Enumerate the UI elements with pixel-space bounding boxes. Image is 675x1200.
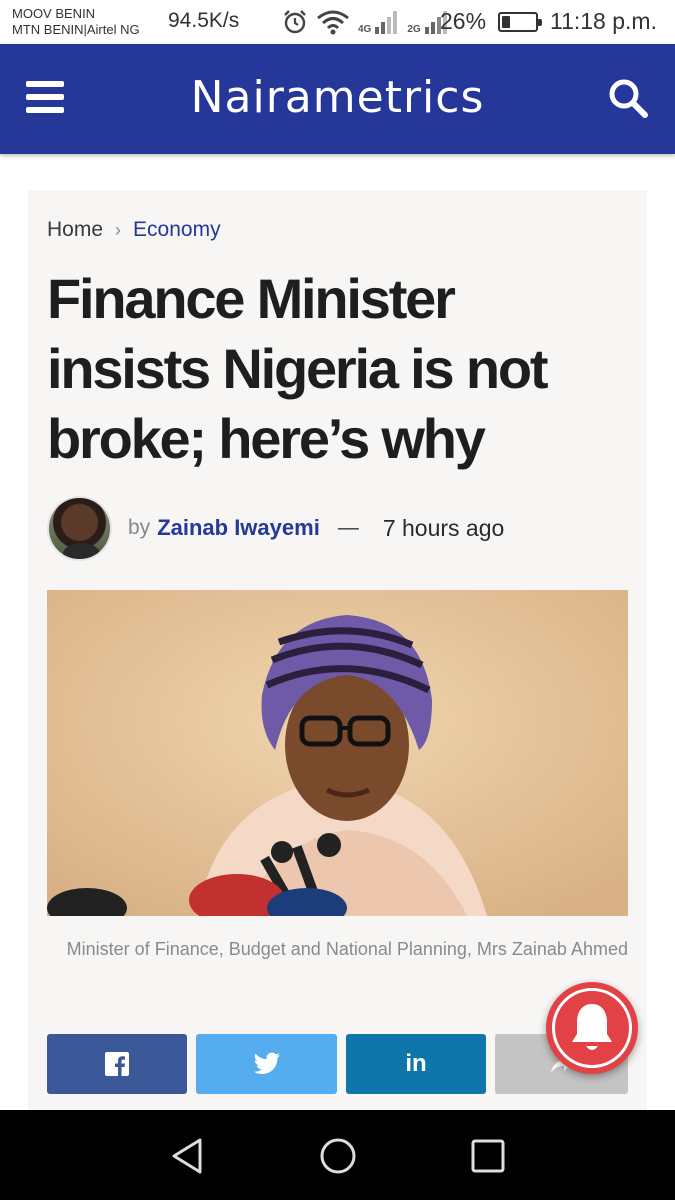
article-photo	[47, 590, 628, 916]
byline-by: by	[128, 516, 151, 539]
battery-fill	[502, 16, 511, 28]
photo-caption: Minister of Finance, Budget and National…	[66, 939, 628, 959]
recents-icon[interactable]	[466, 1134, 510, 1178]
wifi-icon	[317, 10, 349, 35]
linkedin-icon: in	[405, 1050, 427, 1077]
site-header: Nairametrics	[0, 44, 675, 154]
site-logo[interactable]: Nairametrics	[0, 72, 675, 123]
twitter-icon	[253, 1052, 280, 1074]
article-byline: by Zainab Iwayemi — 7 hours ago	[47, 495, 504, 561]
notification-bell-button[interactable]	[546, 982, 638, 1074]
author-avatar[interactable]	[47, 495, 112, 561]
share-facebook-button[interactable]	[47, 1034, 187, 1094]
share-linkedin-button[interactable]: in	[346, 1034, 486, 1094]
breadcrumb: Home › Economy	[47, 218, 221, 242]
system-navigation-bar	[0, 1110, 675, 1200]
chevron-right-icon: ›	[115, 219, 122, 240]
back-icon[interactable]	[166, 1134, 210, 1178]
byline-dash: —	[337, 516, 359, 539]
battery-icon	[498, 12, 542, 32]
alarm-icon	[284, 10, 306, 34]
status-icons: 4G 2G	[282, 7, 449, 37]
bell-icon	[572, 1004, 612, 1050]
carrier-1: MOOV BENIN	[12, 6, 96, 21]
article-card: Home › Economy Finance Minister insists …	[28, 190, 647, 1120]
net-4g-label: 4G	[358, 24, 372, 35]
share-twitter-button[interactable]	[196, 1034, 337, 1094]
publish-time: 7 hours ago	[382, 514, 505, 541]
breadcrumb-home[interactable]: Home	[47, 218, 103, 242]
carrier-2: MTN BENIN|Airtel NG	[12, 22, 140, 37]
carrier-names: MOOV BENIN MTN BENIN|Airtel NG	[12, 6, 140, 38]
clock: 11:18 p.m.	[550, 8, 657, 34]
photo-illustration	[47, 590, 628, 916]
breadcrumb-economy[interactable]: Economy	[133, 218, 221, 242]
status-bar: MOOV BENIN MTN BENIN|Airtel NG 94.5K/s 4…	[0, 0, 675, 44]
article-headline: Finance Minister insists Nigeria is not …	[47, 267, 548, 470]
signal-bars-icon	[375, 11, 398, 34]
net-2g-label: 2G	[407, 24, 421, 35]
facebook-icon	[105, 1052, 129, 1076]
battery-percent: 26%	[440, 8, 487, 34]
home-icon[interactable]	[316, 1134, 360, 1178]
search-icon[interactable]	[606, 76, 650, 120]
network-speed: 94.5K/s	[168, 9, 240, 32]
author-link[interactable]: Zainab Iwayemi	[157, 515, 320, 541]
signal-4g: 4G	[358, 9, 399, 35]
